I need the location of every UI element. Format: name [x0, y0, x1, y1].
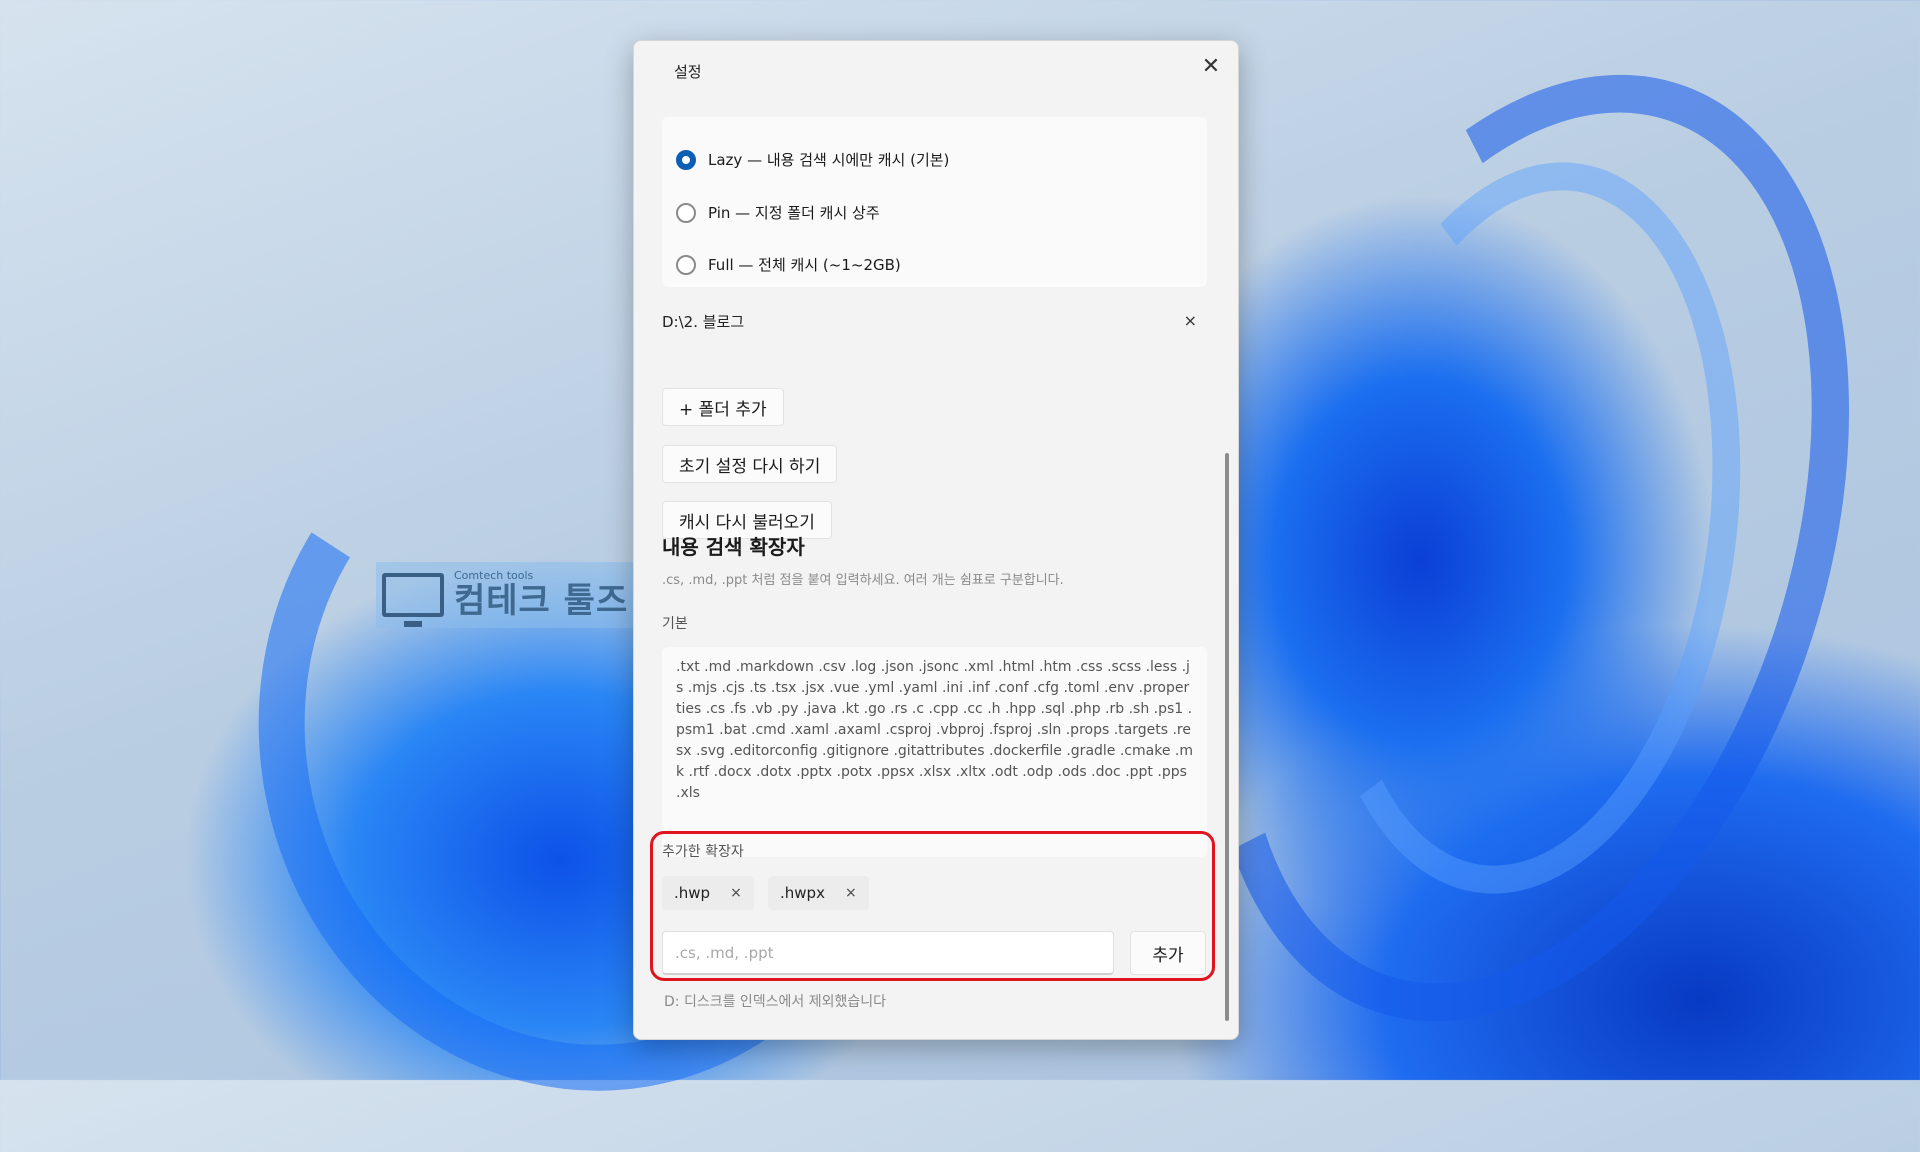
pinned-folder-row: D:\2. 블로그 × [662, 311, 1207, 335]
section-heading: 내용 검색 확장자 [662, 535, 805, 559]
remove-folder-button[interactable]: × [1184, 311, 1197, 330]
dialog-title: 설정 [674, 63, 702, 81]
radio-button[interactable] [676, 149, 696, 170]
radio-button[interactable] [676, 254, 696, 275]
watermark-big-text: 컴테크 툴즈 [454, 581, 629, 621]
cache-mode-group: Lazy — 내용 검색 시에만 캐시 (기본) Pin — 지정 폴더 캐시 … [662, 117, 1207, 287]
watermark-logo: Comtech tools 컴테크 툴즈 [376, 562, 642, 628]
radio-label: Lazy — 내용 검색 시에만 캐시 (기본) [708, 151, 950, 169]
extensions-hint: .cs, .md, .ppt 처럼 점을 붙여 입력하세요. 여러 개는 쉼표로… [662, 573, 1064, 588]
monitor-icon [382, 573, 444, 627]
added-extensions-label: 추가한 확장자 [662, 844, 744, 860]
radio-label: Pin — 지정 폴더 캐시 상주 [708, 204, 880, 222]
radio-button[interactable] [676, 202, 696, 223]
radio-pin[interactable]: Pin — 지정 폴더 캐시 상주 [676, 202, 880, 223]
extension-chip: .hwpx × [768, 876, 869, 910]
add-extension-button[interactable]: 추가 [1130, 931, 1206, 975]
chip-label: .hwpx [780, 884, 825, 902]
reset-setup-button[interactable]: 초기 설정 다시 하기 [662, 445, 838, 483]
scrollbar[interactable] [1225, 453, 1229, 1021]
remove-chip-button[interactable]: × [845, 885, 857, 901]
close-icon[interactable]: ✕ [1194, 49, 1228, 83]
radio-full[interactable]: Full — 전체 캐시 (~1~2GB) [676, 254, 901, 275]
radio-label: Full — 전체 캐시 (~1~2GB) [708, 256, 901, 274]
status-text: D: 디스크를 인덱스에서 제외했습니다 [664, 994, 887, 1010]
add-folder-button[interactable]: + 폴더 추가 [662, 388, 784, 426]
radio-lazy[interactable]: Lazy — 내용 검색 시에만 캐시 (기본) [676, 149, 949, 170]
default-extensions-list: .txt .md .markdown .csv .log .json .json… [662, 647, 1207, 857]
extension-input[interactable] [662, 931, 1114, 975]
extension-chip: .hwp × [662, 876, 754, 910]
default-extensions-label: 기본 [662, 616, 688, 632]
folder-path: D:\2. 블로그 [662, 313, 745, 331]
remove-chip-button[interactable]: × [730, 885, 742, 901]
settings-dialog: 설정 ✕ Lazy — 내용 검색 시에만 캐시 (기본) Pin — 지정 폴… [633, 40, 1239, 1040]
chip-label: .hwp [674, 884, 711, 902]
